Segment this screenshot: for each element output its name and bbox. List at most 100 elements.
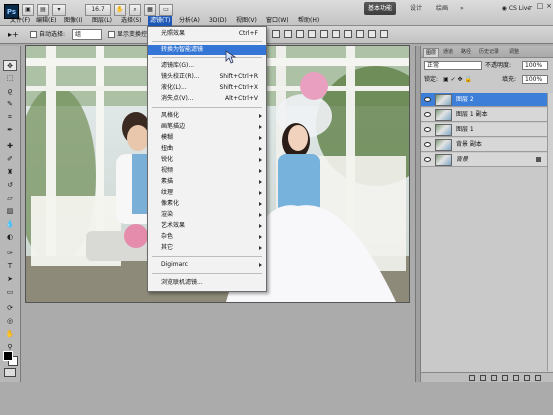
layer-row[interactable]: 图层 1 — [421, 123, 547, 137]
layer-row[interactable]: 背景 副本 — [421, 138, 547, 152]
menu-analysis[interactable]: 分析(A) — [177, 16, 202, 26]
delete-layer-icon[interactable] — [535, 375, 541, 381]
align-top-icon[interactable] — [272, 30, 280, 38]
pen-tool-icon[interactable]: ✑ — [3, 248, 17, 259]
filter-menu-item-brush-strokes[interactable]: 画笔描边 — [148, 122, 266, 132]
filter-menu-item-filter-gallery[interactable]: 滤镜库(G)... — [148, 61, 266, 71]
close-button[interactable]: × — [545, 2, 553, 10]
3d-rotate-tool-icon[interactable]: ⟳ — [3, 303, 17, 314]
hand-tool-button[interactable]: ✋ — [114, 4, 126, 16]
show-transform-controls-checkbox[interactable] — [108, 31, 115, 38]
move-tool-icon[interactable]: ✥ — [3, 60, 17, 71]
distribute-vcenter-icon[interactable] — [356, 30, 364, 38]
menu-layer[interactable]: 图层(L) — [90, 16, 114, 26]
maximize-button[interactable]: □ — [536, 2, 544, 10]
menu-file[interactable]: 文件(F) — [8, 16, 32, 26]
layer-row[interactable]: 图层 2 — [421, 93, 547, 107]
eraser-tool-icon[interactable]: ▱ — [3, 193, 17, 204]
filter-menu-item-lens-correction[interactable]: 镜头校正(R)... Shift+Ctrl+R — [148, 72, 266, 82]
filter-menu-item-pixelate[interactable]: 像素化 — [148, 199, 266, 209]
filter-menu-item-stylize[interactable]: 风格化 — [148, 111, 266, 121]
layer-row[interactable]: 背景 — [421, 153, 547, 167]
launch-bridge-button[interactable]: ▣ — [22, 4, 34, 16]
menu-filter[interactable]: 滤镜(T) — [148, 16, 173, 26]
quick-mask-button[interactable] — [4, 368, 16, 377]
new-group-icon[interactable] — [513, 375, 519, 381]
lock-icons[interactable]: ▣ ✓ ✥ 🔒 — [443, 75, 472, 84]
clone-stamp-tool-icon[interactable]: ♜ — [3, 167, 17, 178]
align-left-icon[interactable] — [308, 30, 316, 38]
minimize-button[interactable]: – — [527, 2, 535, 10]
menu-select[interactable]: 选择(S) — [119, 16, 144, 26]
hand-tool-icon[interactable]: ✋ — [3, 329, 17, 340]
filter-menu-item-browse-online[interactable]: 浏览联机滤镜... — [148, 278, 266, 288]
auto-align-icon[interactable] — [380, 30, 388, 38]
align-bottom-icon[interactable] — [296, 30, 304, 38]
dodge-tool-icon[interactable]: ◐ — [3, 232, 17, 243]
filter-menu-item-blur[interactable]: 模糊 — [148, 133, 266, 143]
visibility-eye-icon[interactable] — [424, 127, 431, 132]
zoom-tool-button[interactable]: ⌕ — [129, 4, 141, 16]
workspace-design-tab[interactable]: 设计 — [406, 2, 426, 15]
3d-orbit-tool-icon[interactable]: ◎ — [3, 316, 17, 327]
tab-layers[interactable]: 图层 — [423, 48, 440, 57]
auto-select-checkbox[interactable] — [30, 31, 37, 38]
foreground-color-swatch[interactable] — [3, 351, 13, 361]
view-extras-button[interactable]: ▾ — [52, 4, 66, 16]
layer-row[interactable]: 图层 1 副本 — [421, 108, 547, 122]
eyedropper-tool-icon[interactable]: ✒ — [3, 125, 17, 136]
move-tool-preset-icon[interactable]: ▸+ — [8, 30, 19, 39]
filter-menu-item-other[interactable]: 其它 — [148, 243, 266, 253]
filter-menu-item-vanishing-point[interactable]: 消失点(V)... Alt+Ctrl+V — [148, 94, 266, 104]
layer-style-icon[interactable] — [480, 375, 486, 381]
visibility-eye-icon[interactable] — [424, 142, 431, 147]
align-distribute-buttons[interactable] — [272, 30, 422, 40]
brush-tool-icon[interactable]: ✐ — [3, 154, 17, 165]
filter-menu-item-video[interactable]: 视频 — [148, 166, 266, 176]
filter-menu-item-sketch[interactable]: 素描 — [148, 177, 266, 187]
workspace-essentials-tab[interactable]: 基本功能 — [364, 2, 397, 15]
zoom-level-select[interactable]: 16.7 — [85, 4, 111, 16]
opacity-field[interactable]: 100% — [522, 61, 548, 70]
rectangle-tool-icon[interactable]: ▭ — [3, 287, 17, 298]
arrange-documents-button[interactable]: ▦ — [144, 4, 156, 16]
filter-menu-item-convert-smart-filters[interactable]: 转换为智能滤镜 — [148, 45, 266, 55]
quick-select-tool-icon[interactable]: ✎ — [3, 99, 17, 110]
visibility-eye-icon[interactable] — [424, 97, 431, 102]
launch-minibridge-button[interactable]: ▤ — [37, 4, 49, 16]
adjustment-layer-icon[interactable] — [502, 375, 508, 381]
tab-history[interactable]: 历史记录 — [477, 48, 501, 57]
filter-menu-item-texture[interactable]: 纹理 — [148, 188, 266, 198]
filter-menu-item-last-filter[interactable]: 光照效果 Ctrl+F — [148, 29, 266, 39]
filter-menu-item-artistic[interactable]: 艺术效果 — [148, 221, 266, 231]
spot-heal-tool-icon[interactable]: ✚ — [3, 141, 17, 152]
distribute-bottom-icon[interactable] — [368, 30, 376, 38]
tab-channels[interactable]: 通道 — [441, 48, 455, 57]
menu-3d[interactable]: 3D(D) — [207, 16, 229, 26]
distribute-top-icon[interactable] — [344, 30, 352, 38]
path-select-tool-icon[interactable]: ➤ — [3, 274, 17, 285]
filter-menu-item-render[interactable]: 渲染 — [148, 210, 266, 220]
layers-scrollbar[interactable] — [547, 93, 553, 371]
tab-adjustments[interactable]: 调整 — [507, 48, 521, 57]
filter-menu-item-distort[interactable]: 扭曲 — [148, 144, 266, 154]
menu-window[interactable]: 窗口(W) — [264, 16, 291, 26]
visibility-eye-icon[interactable] — [424, 112, 431, 117]
visibility-eye-icon[interactable] — [424, 157, 431, 162]
menu-image[interactable]: 图像(I) — [62, 16, 84, 26]
align-right-icon[interactable] — [332, 30, 340, 38]
filter-menu-item-digimarc[interactable]: Digimarc — [148, 260, 266, 270]
menu-view[interactable]: 视图(V) — [234, 16, 259, 26]
menu-edit[interactable]: 编辑(E) — [34, 16, 58, 26]
align-hcenter-icon[interactable] — [320, 30, 328, 38]
gradient-tool-icon[interactable]: ▨ — [3, 206, 17, 217]
history-brush-tool-icon[interactable]: ↺ — [3, 180, 17, 191]
layer-mask-icon[interactable] — [491, 375, 497, 381]
tab-paths[interactable]: 路径 — [459, 48, 473, 57]
lasso-tool-icon[interactable]: ϱ — [3, 86, 17, 97]
screen-mode-button[interactable]: ▭ — [159, 4, 173, 16]
align-vcenter-icon[interactable] — [284, 30, 292, 38]
auto-select-target-select[interactable]: 组 — [72, 29, 102, 40]
new-layer-icon[interactable] — [524, 375, 530, 381]
blur-tool-icon[interactable]: 💧 — [3, 219, 17, 230]
